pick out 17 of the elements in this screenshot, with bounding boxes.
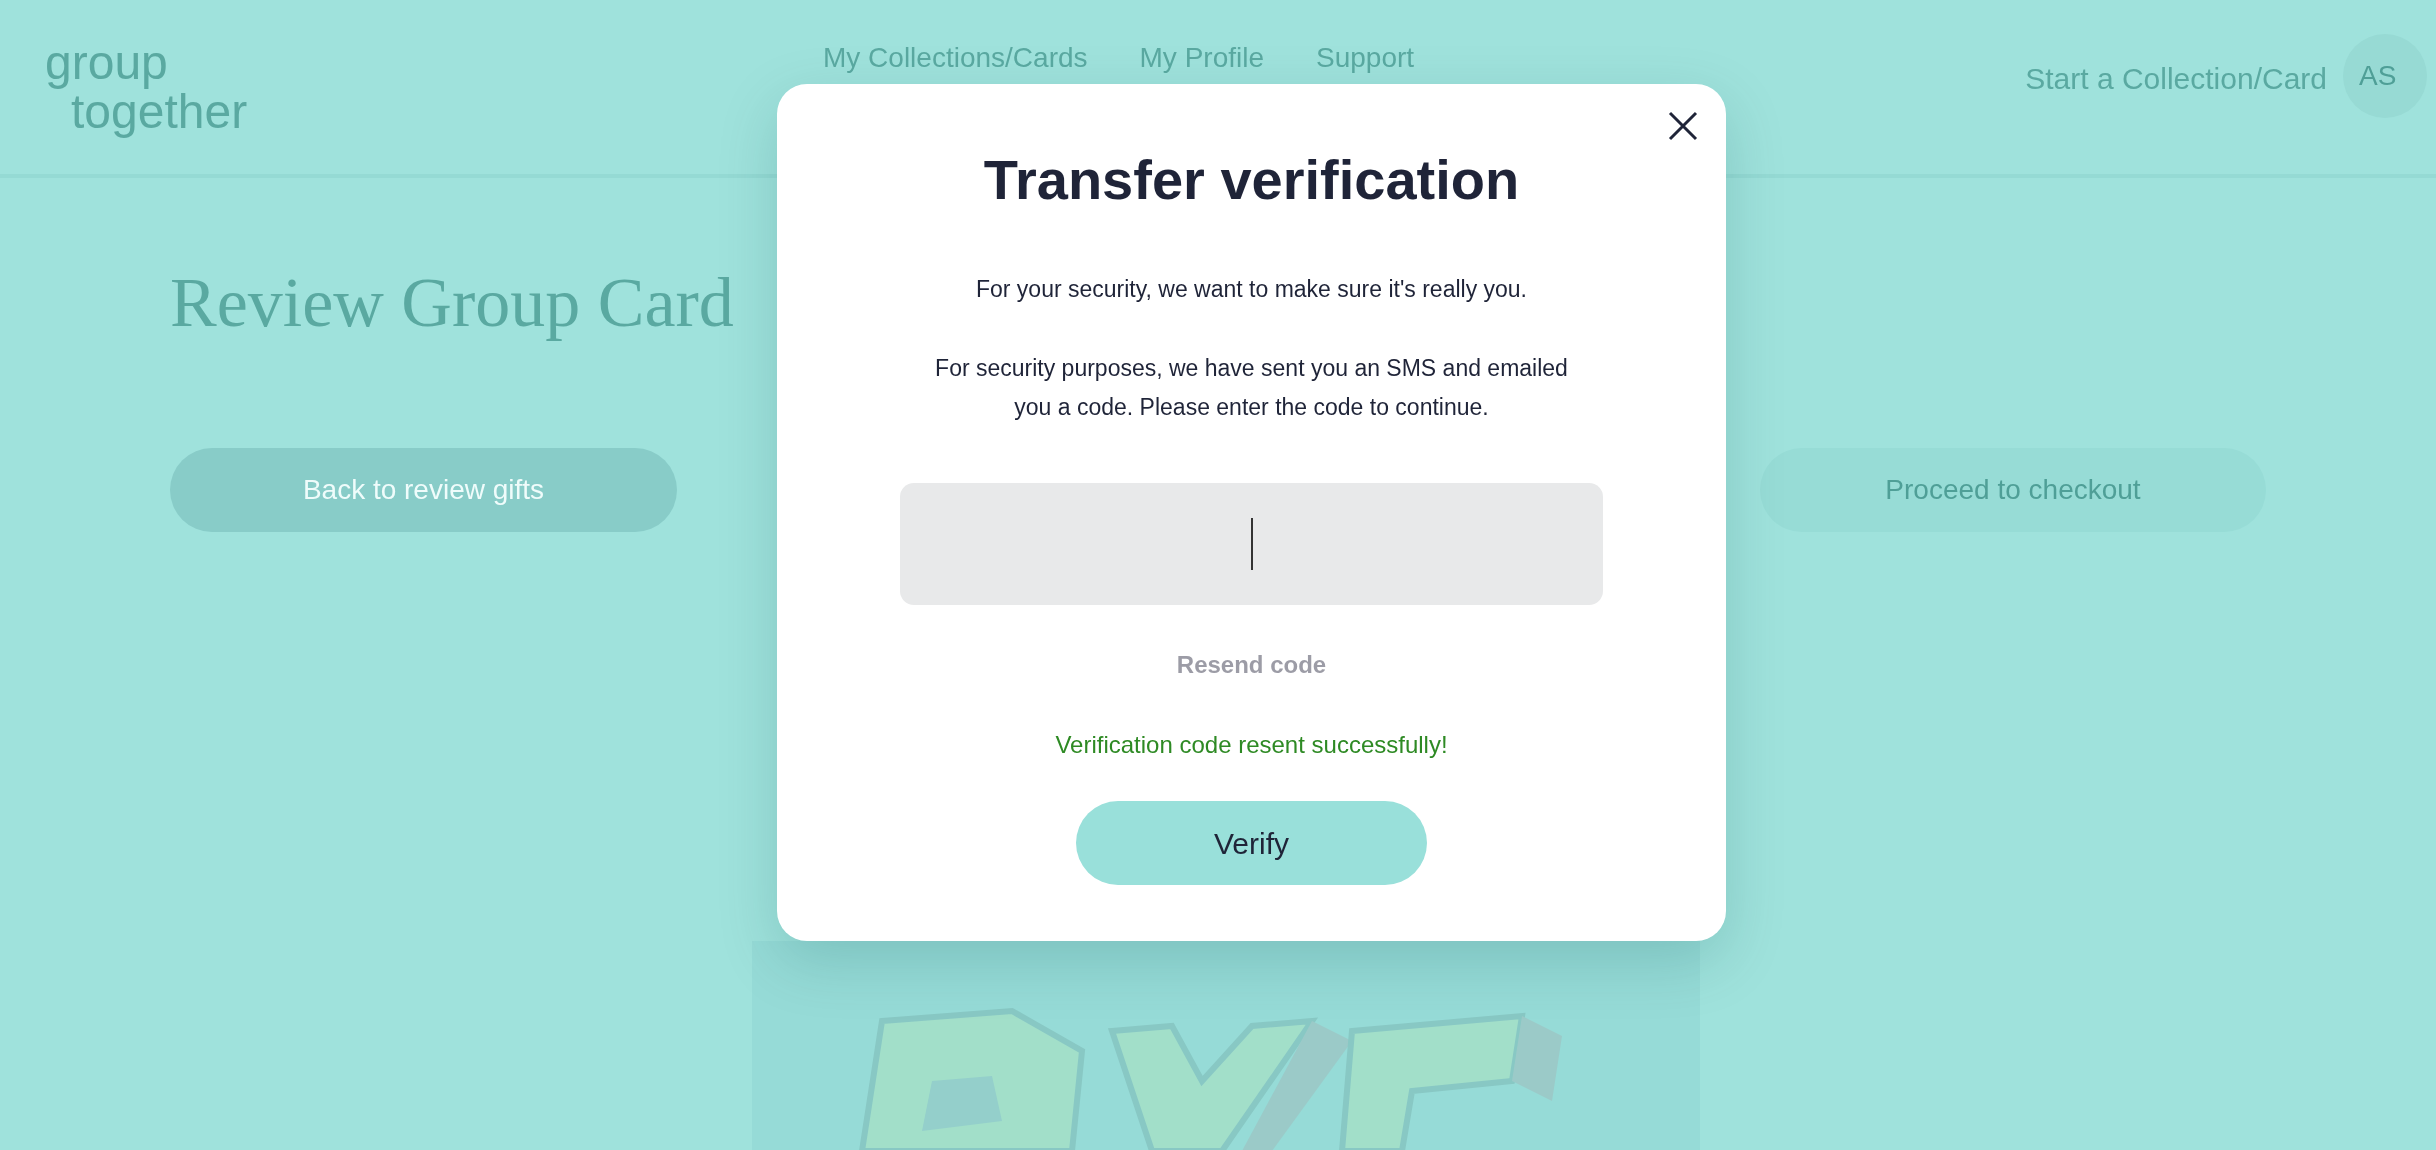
text-cursor xyxy=(1250,518,1253,570)
back-button[interactable]: Back to review gifts xyxy=(170,448,677,532)
resend-code-link[interactable]: Resend code xyxy=(1176,647,1327,683)
checkout-button[interactable]: Proceed to checkout xyxy=(1760,448,2266,532)
logo-text: group xyxy=(45,34,168,90)
verify-button[interactable]: Verify xyxy=(1076,801,1427,885)
avatar[interactable]: AS xyxy=(2343,34,2427,118)
start-collection-link[interactable]: Start a Collection/Card xyxy=(2025,56,2327,101)
modal-title: Transfer verification xyxy=(983,152,1520,208)
nav-link[interactable]: My Collections/Cards xyxy=(823,44,1088,72)
nav-link[interactable]: Support xyxy=(1316,44,1415,72)
info-paragraph: For your security, we want to make sure it's really you. xyxy=(975,275,1527,304)
close-icon[interactable] xyxy=(1668,111,1698,141)
success-message: Verification code resent successfully! xyxy=(1055,730,1448,760)
code-input-field[interactable] xyxy=(900,483,1603,605)
nav-link[interactable]: My Profile xyxy=(1139,44,1264,72)
info-paragraph: For security purposes, we have sent you an SMS and emailed you a code. Please enter the code to continue. xyxy=(934,354,1569,422)
